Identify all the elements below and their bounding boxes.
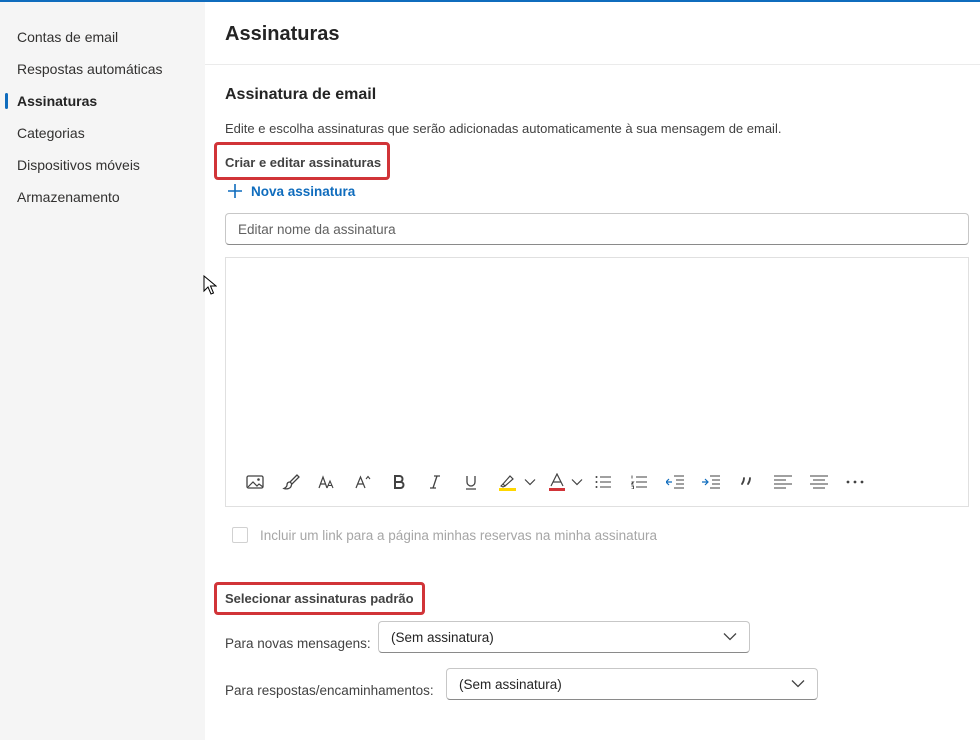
section-title: Assinatura de email	[225, 86, 377, 103]
numbered-list-icon	[631, 475, 647, 489]
increase-indent-icon	[702, 475, 720, 489]
increase-indent-button[interactable]	[700, 468, 722, 496]
decrease-indent-icon	[666, 475, 684, 489]
underline-icon	[466, 476, 476, 490]
font-size-button[interactable]	[316, 468, 338, 496]
bold-button[interactable]	[388, 468, 410, 496]
replies-value: (Sem assinatura)	[459, 676, 562, 692]
include-link-option: Incluir um link para a página minhas res…	[232, 527, 657, 543]
signatures-panel: Assinaturas Assinatura de email Edite e …	[205, 2, 980, 740]
quote-button[interactable]	[736, 468, 758, 496]
align-left-icon	[774, 475, 792, 489]
section-description: Edite e escolha assinaturas que serão ad…	[225, 121, 782, 136]
chevron-down-icon	[723, 633, 737, 641]
align-center-button[interactable]	[808, 468, 830, 496]
ellipsis-icon	[846, 480, 864, 484]
bold-icon	[394, 475, 405, 489]
chevron-down-icon	[524, 479, 536, 486]
defaults-heading: Selecionar assinaturas padrão	[225, 591, 414, 606]
active-indicator	[5, 93, 8, 109]
bullets-button[interactable]	[592, 468, 614, 496]
align-left-button[interactable]	[772, 468, 794, 496]
replies-select[interactable]: (Sem assinatura)	[446, 668, 818, 700]
numbering-button[interactable]	[628, 468, 650, 496]
new-messages-value: (Sem assinatura)	[391, 629, 494, 645]
signature-editor[interactable]	[225, 257, 969, 507]
font-color-icon	[549, 473, 565, 491]
italic-icon	[430, 475, 440, 489]
new-messages-label: Para novas mensagens:	[225, 636, 371, 651]
format-painter-button[interactable]	[280, 468, 302, 496]
align-center-icon	[810, 475, 828, 489]
new-signature-label: Nova assinatura	[251, 183, 356, 199]
create-edit-heading: Criar e editar assinaturas	[225, 155, 382, 170]
settings-sidebar: Contas de email Respostas automáticas As…	[0, 2, 205, 740]
font-color-button[interactable]	[546, 468, 586, 496]
brush-icon	[282, 474, 300, 490]
grow-font-icon	[355, 475, 371, 489]
grow-font-button[interactable]	[352, 468, 374, 496]
more-options-button[interactable]	[844, 468, 866, 496]
new-messages-select[interactable]: (Sem assinatura)	[378, 621, 750, 653]
signature-name-input[interactable]	[225, 213, 969, 245]
underline-button[interactable]	[460, 468, 482, 496]
decrease-indent-button[interactable]	[664, 468, 686, 496]
insert-image-button[interactable]	[244, 468, 266, 496]
sidebar-item-signatures[interactable]: Assinaturas	[17, 92, 97, 110]
chevron-down-icon	[791, 680, 805, 688]
page-title: Assinaturas	[225, 23, 340, 45]
quote-icon	[741, 477, 751, 485]
image-icon	[246, 475, 264, 489]
include-link-checkbox[interactable]	[232, 527, 248, 543]
sidebar-item-categories[interactable]: Categorias	[17, 124, 85, 142]
italic-button[interactable]	[424, 468, 446, 496]
include-link-label: Incluir um link para a página minhas res…	[260, 527, 657, 543]
highlight-button[interactable]	[496, 468, 538, 496]
plus-icon	[228, 184, 242, 198]
highlighter-icon	[499, 475, 516, 491]
mouse-pointer-icon	[203, 275, 217, 295]
sidebar-item-automatic-replies[interactable]: Respostas automáticas	[17, 60, 163, 78]
replies-label: Para respostas/encaminhamentos:	[225, 683, 434, 698]
header-divider	[205, 64, 980, 65]
sidebar-item-email-accounts[interactable]: Contas de email	[17, 28, 118, 46]
font-size-icon	[318, 475, 334, 489]
sidebar-item-mobile-devices[interactable]: Dispositivos móveis	[17, 156, 140, 174]
chevron-down-icon	[571, 479, 583, 486]
sidebar-item-storage[interactable]: Armazenamento	[17, 188, 120, 206]
new-signature-button[interactable]: Nova assinatura	[227, 183, 355, 199]
formatting-toolbar	[226, 468, 968, 496]
bullet-list-icon	[595, 476, 611, 488]
